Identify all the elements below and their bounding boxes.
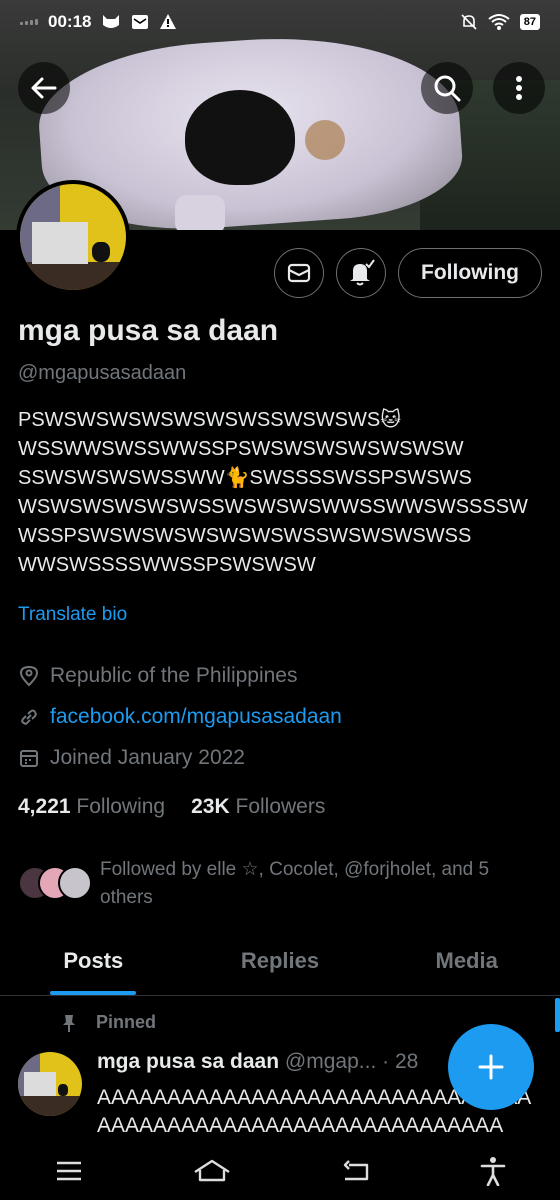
follower-avatars xyxy=(18,866,92,902)
pinned-indicator: Pinned xyxy=(60,1012,156,1033)
tab-posts[interactable]: Posts xyxy=(0,938,187,995)
tab-media[interactable]: Media xyxy=(373,938,560,995)
following-count: 4,221 xyxy=(18,795,71,818)
avatar xyxy=(58,866,92,900)
location-pin-icon xyxy=(19,665,39,687)
back-button[interactable] xyxy=(18,62,70,114)
tab-label: Posts xyxy=(63,948,124,973)
pinned-label: Pinned xyxy=(96,1012,157,1032)
followed-by-text: Followed by elle ☆, Cocolet, @forjholet,… xyxy=(100,859,490,908)
post-header: mga pusa sa daan @mgap... · 28 xyxy=(97,1050,418,1074)
plus-icon xyxy=(478,1054,504,1080)
post-author-handle: @mgap... xyxy=(284,1050,377,1073)
profile-tabs: Posts Replies Media xyxy=(0,938,560,996)
location-text: Republic of the Philippines xyxy=(50,664,298,687)
tab-replies[interactable]: Replies xyxy=(187,938,374,995)
website-row: facebook.com/mgapusasadaan xyxy=(18,705,342,729)
mail-icon xyxy=(132,15,149,29)
message-button[interactable] xyxy=(274,248,325,298)
joined-text: Joined January 2022 xyxy=(50,746,245,769)
followers-count-link[interactable]: 23K Followers xyxy=(191,795,325,819)
display-name: mga pusa sa daan xyxy=(18,314,279,347)
following-label: Following xyxy=(76,795,166,818)
wifi-icon xyxy=(488,14,510,30)
translate-bio-link[interactable]: Translate bio xyxy=(18,604,127,626)
menu-icon[interactable] xyxy=(55,1159,83,1183)
battery-icon: 87 xyxy=(519,14,540,30)
home-icon[interactable] xyxy=(192,1158,232,1184)
status-time: 00:18 xyxy=(48,12,92,31)
following-count-link[interactable]: 4,221 Following xyxy=(18,795,165,819)
post-avatar[interactable] xyxy=(18,1052,82,1116)
compose-button[interactable] xyxy=(448,1024,534,1110)
alert-icon xyxy=(160,14,177,29)
scrollbar[interactable] xyxy=(555,998,560,1032)
follow-counts: 4,221 Following 23K Followers xyxy=(18,795,325,819)
arrow-left-icon xyxy=(31,77,57,99)
post-time: · 28 xyxy=(382,1050,419,1073)
accessibility-icon[interactable] xyxy=(480,1156,506,1186)
signal-icon xyxy=(20,19,38,25)
followed-by-row[interactable]: Followed by elle ☆, Cocolet, @forjholet,… xyxy=(18,856,538,912)
more-vertical-icon xyxy=(516,76,522,100)
joined-row: Joined January 2022 xyxy=(18,746,245,770)
post-author-name[interactable]: mga pusa sa daan xyxy=(97,1050,279,1073)
profile-actions: Following xyxy=(274,248,542,298)
more-button[interactable] xyxy=(493,62,545,114)
profile-avatar[interactable] xyxy=(16,180,130,294)
search-icon xyxy=(434,75,461,102)
search-button[interactable] xyxy=(421,62,473,114)
location-row: Republic of the Philippines xyxy=(18,664,298,688)
active-tab-indicator xyxy=(50,991,137,995)
notifications-off-icon xyxy=(461,14,477,30)
back-nav-icon[interactable] xyxy=(341,1159,371,1183)
system-nav-bar xyxy=(0,1142,560,1200)
website-link[interactable]: facebook.com/mgapusasadaan xyxy=(50,705,342,729)
followers-count: 23K xyxy=(191,795,230,818)
calendar-icon xyxy=(20,750,38,767)
link-icon xyxy=(21,709,37,725)
bio: PSWSWSWSWSWSWSWSSWSWSWS🐱 WSSWWSWSSWWSSPS… xyxy=(18,409,528,576)
followers-label: Followers xyxy=(235,795,326,818)
bell-check-icon xyxy=(350,259,375,286)
cat-icon xyxy=(103,15,120,28)
tab-label: Replies xyxy=(240,948,320,973)
tab-label: Media xyxy=(435,948,498,973)
notifications-button[interactable] xyxy=(336,248,387,298)
handle: @mgapusasadaan xyxy=(18,362,187,384)
pin-icon xyxy=(63,1014,75,1032)
following-button[interactable]: Following xyxy=(398,248,542,298)
envelope-icon xyxy=(287,263,311,283)
status-bar: 00:18 87 xyxy=(0,0,560,44)
